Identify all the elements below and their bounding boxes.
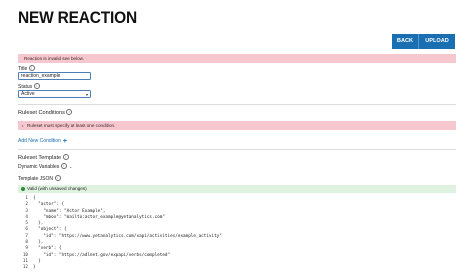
title-label: Title i <box>18 65 35 72</box>
code-text: }, <box>33 240 44 246</box>
dynamic-variables-label: Dynamic Variables <box>18 164 60 170</box>
info-circle-icon[interactable]: i <box>60 163 67 169</box>
info-circle-icon[interactable]: i <box>33 83 40 89</box>
toolbar: BACK UPLOAD <box>392 34 455 49</box>
code-line: 12} <box>18 265 456 271</box>
ruleset-conditions-heading-text: Ruleset Conditions <box>18 110 65 116</box>
add-condition-label: Add New Condition <box>18 138 61 144</box>
code-text: }, <box>33 221 44 227</box>
check-circle-icon <box>21 186 25 191</box>
code-text: "object": { <box>33 227 67 233</box>
code-text: { <box>33 196 36 201</box>
code-text: "name": "Actor Example", <box>33 208 106 214</box>
code-text: } <box>33 265 36 271</box>
ruleset-conditions-heading: Ruleset Conditions i <box>18 109 73 116</box>
code-text: "id": "https://adlnet.gov/expapi/verbs/c… <box>33 252 171 258</box>
info-circle-icon[interactable]: i <box>54 175 61 181</box>
dynamic-variables-toggle[interactable]: Dynamic Variables i ⌄ <box>18 163 72 170</box>
invalid-alert: Reaction is invalid see below. <box>18 54 456 63</box>
upload-button[interactable]: UPLOAD <box>419 34 455 49</box>
divider <box>18 149 456 150</box>
status-select-value: Active <box>21 91 35 97</box>
valid-status-text: Valid (with unsaved changes) <box>27 186 87 191</box>
info-circle-icon[interactable]: i <box>66 109 73 115</box>
chevron-down-icon: ⌄ <box>68 164 73 169</box>
chevron-down-icon: ▾ <box>85 92 88 97</box>
template-json-label: Template JSON i <box>18 175 61 182</box>
code-text: } <box>33 258 41 264</box>
ruleset-template-heading: Ruleset Template i <box>18 154 69 161</box>
template-json-label-text: Template JSON <box>18 176 54 182</box>
code-text: "verb": { <box>33 246 62 252</box>
line-number: 12 <box>22 265 28 271</box>
code-text: "id": "https://www.yetanalytics.com/xapi… <box>33 233 222 239</box>
code-text: "mbox": "mailto:actor_example@yetanalyti… <box>33 214 165 220</box>
template-json-editor[interactable]: 1{ 2 "actor": { 3 "name": "Actor Example… <box>18 196 456 272</box>
plus-icon: + <box>62 138 67 145</box>
back-button[interactable]: BACK <box>392 34 419 49</box>
code-text: "actor": { <box>33 202 65 208</box>
ruleset-error-alert: • Ruleset must specify at least one cond… <box>18 121 456 130</box>
status-label: Status i <box>18 83 40 90</box>
ruleset-error-text: Ruleset must specify at least one condit… <box>27 123 116 128</box>
title-input[interactable]: reaction_example <box>18 72 91 80</box>
status-select[interactable]: Active ▾ <box>18 90 91 98</box>
bullet-icon: • <box>22 123 24 128</box>
add-condition-button[interactable]: Add New Condition + <box>18 138 67 145</box>
divider <box>18 104 456 105</box>
valid-status-bar: Valid (with unsaved changes) <box>18 185 456 193</box>
page-title: NEW REACTION <box>18 9 138 28</box>
info-circle-icon[interactable]: i <box>28 65 35 71</box>
info-circle-icon[interactable]: i <box>62 154 69 160</box>
ruleset-template-heading-text: Ruleset Template <box>18 155 62 161</box>
